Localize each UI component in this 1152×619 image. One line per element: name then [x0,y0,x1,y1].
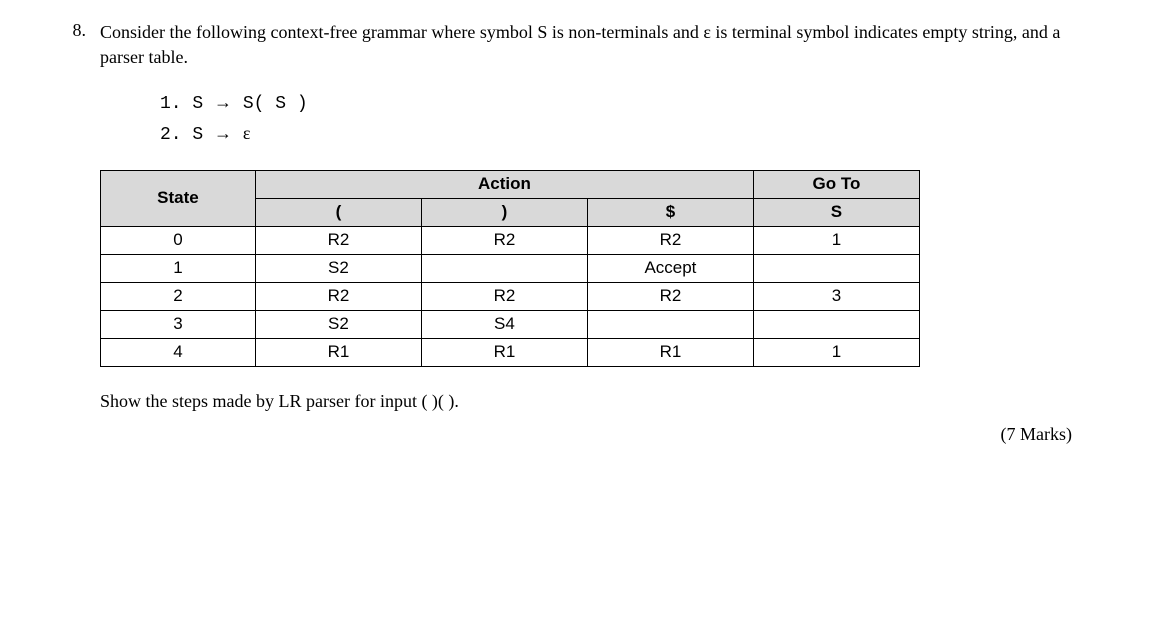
cell-dollar: R1 [587,338,753,366]
subheader-rparen: ) [421,198,587,226]
arrow-icon: → [214,123,232,143]
subheader-s: S [753,198,919,226]
marks: (7 Marks) [100,424,1092,445]
table-body: 0 R2 R2 R2 1 1 S2 Accept 2 [101,226,920,366]
question-prompt: Consider the following context-free gram… [100,20,1092,70]
cell-s: 3 [753,282,919,310]
table-row: 2 R2 R2 R2 3 [101,282,920,310]
cell-lparen: R2 [255,282,421,310]
rule-number: 1. [160,94,182,114]
cell-s [753,310,919,338]
cell-state: 3 [101,310,256,338]
rule-lhs: S [192,94,203,114]
question-body: Consider the following context-free gram… [100,20,1092,445]
cell-state: 0 [101,226,256,254]
cell-lparen: R2 [255,226,421,254]
cell-state: 1 [101,254,256,282]
cell-lparen: R1 [255,338,421,366]
question-number: 8. [60,20,86,41]
parser-table: State Action Go To ( ) $ S 0 R2 [100,170,1092,367]
rule-number: 2. [160,125,182,145]
header-goto: Go To [753,170,919,198]
cell-dollar: Accept [587,254,753,282]
cell-s [753,254,919,282]
cell-s: 1 [753,226,919,254]
cell-dollar [587,310,753,338]
cell-dollar: R2 [587,282,753,310]
table-row: 3 S2 S4 [101,310,920,338]
cell-lparen: S2 [255,254,421,282]
cell-rparen: R2 [421,282,587,310]
question: 8. Consider the following context-free g… [60,20,1092,445]
task-prompt: Show the steps made by LR parser for inp… [100,391,1092,412]
cell-state: 2 [101,282,256,310]
table-row: 0 R2 R2 R2 1 [101,226,920,254]
table-row: 4 R1 R1 R1 1 [101,338,920,366]
rule-lhs: S [192,125,203,145]
table-header-row: State Action Go To [101,170,920,198]
cell-lparen: S2 [255,310,421,338]
subheader-lparen: ( [255,198,421,226]
cell-state: 4 [101,338,256,366]
cell-dollar: R2 [587,226,753,254]
rule-rhs: ε [243,123,251,143]
header-state: State [101,170,256,226]
arrow-icon: → [214,92,232,112]
rule-rhs: S( S ) [243,94,308,114]
cell-rparen: S4 [421,310,587,338]
table-row: 1 S2 Accept [101,254,920,282]
grammar-rules: 1. S → S( S ) 2. S → ε [160,88,1092,150]
grammar-rule-2: 2. S → ε [160,119,1092,150]
cell-s: 1 [753,338,919,366]
cell-rparen [421,254,587,282]
cell-rparen: R1 [421,338,587,366]
subheader-dollar: $ [587,198,753,226]
header-action: Action [255,170,753,198]
grammar-rule-1: 1. S → S( S ) [160,88,1092,119]
cell-rparen: R2 [421,226,587,254]
